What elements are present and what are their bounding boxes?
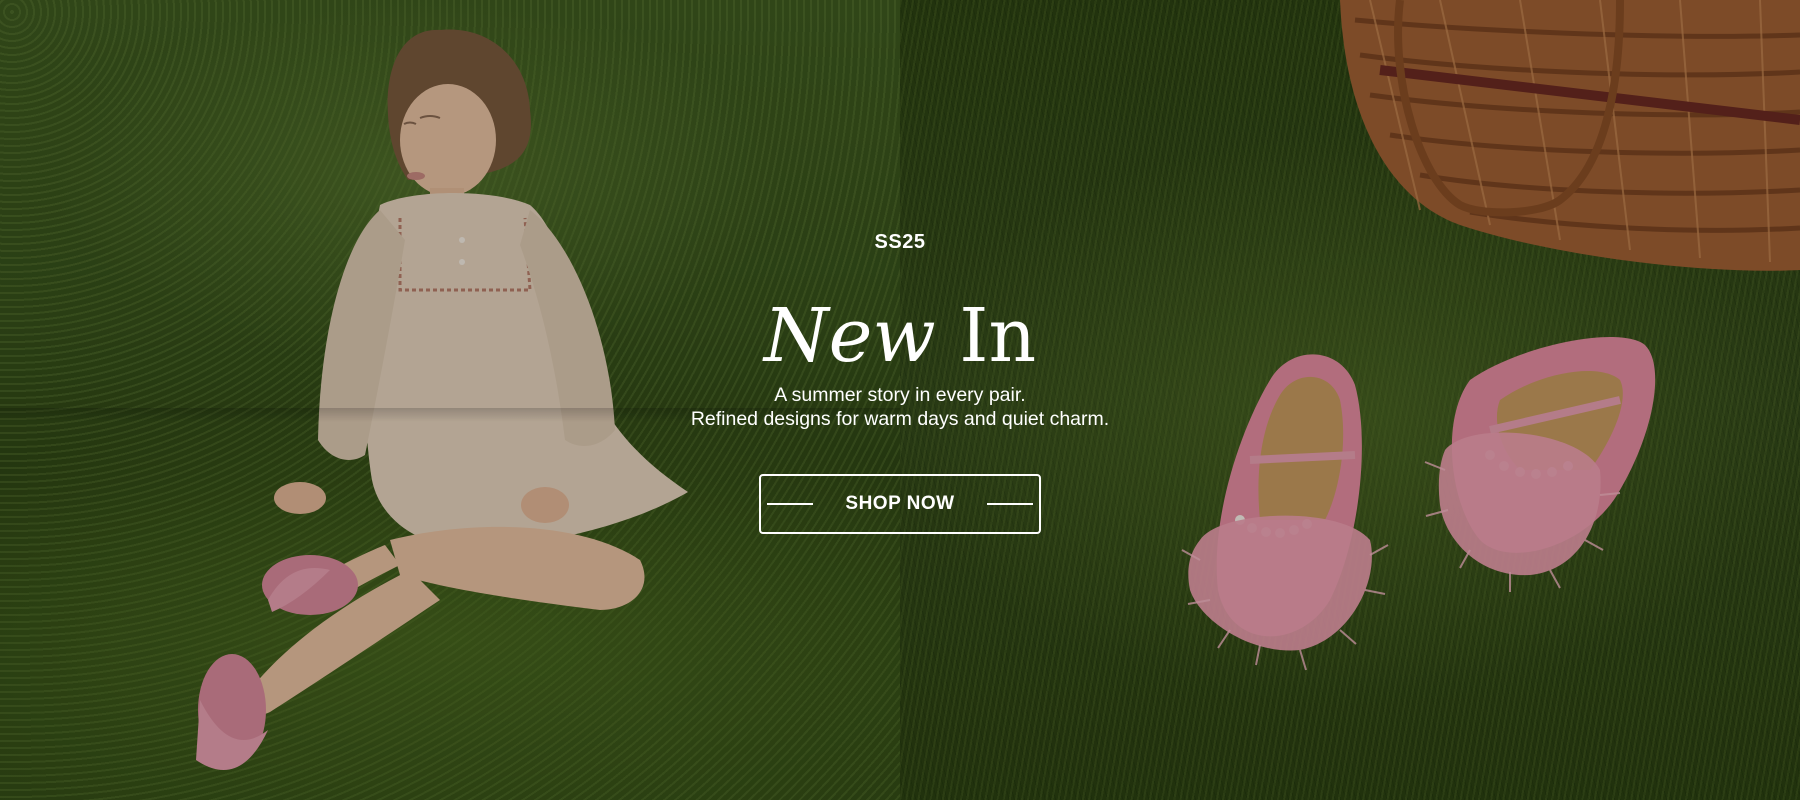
cta-wrapper: SHOP NOW bbox=[600, 474, 1200, 534]
hero-content: SS25 New In A summer story in every pair… bbox=[600, 225, 1200, 534]
subtitle-line-2: Refined designs for warm days and quiet … bbox=[690, 408, 1110, 430]
wicker-basket bbox=[1340, 0, 1800, 271]
pink-ballet-flat-right bbox=[1424, 337, 1656, 592]
hero-banner[interactable]: SS25 New In A summer story in every pair… bbox=[0, 0, 1800, 800]
headline-script-word: New bbox=[763, 293, 936, 379]
hero-subtitle: A summer story in every pair. Refined de… bbox=[600, 383, 1200, 431]
season-label: SS25 bbox=[874, 231, 926, 253]
subtitle-line-1: A summer story in every pair. bbox=[774, 384, 1026, 406]
shop-now-button[interactable]: SHOP NOW bbox=[759, 474, 1041, 534]
button-line-left bbox=[767, 503, 814, 505]
shop-now-label: SHOP NOW bbox=[845, 493, 955, 514]
hero-headline: New In bbox=[600, 291, 1200, 381]
button-line-right bbox=[986, 503, 1033, 505]
pink-ballet-flat-left bbox=[1181, 354, 1389, 671]
headline-word: In bbox=[959, 293, 1037, 379]
